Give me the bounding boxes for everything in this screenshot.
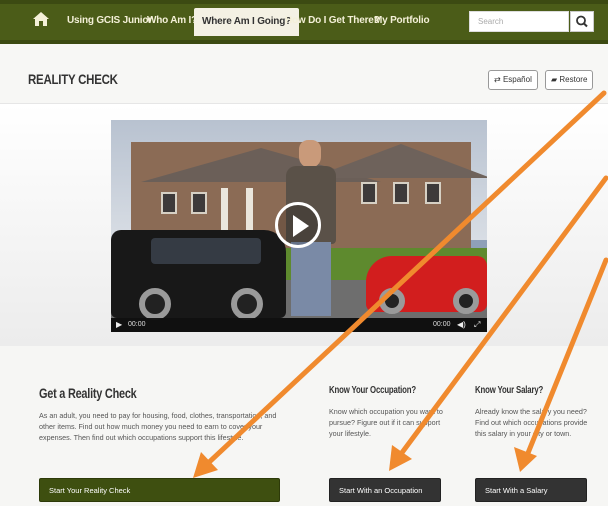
- espanol-button[interactable]: ⇄ Español: [488, 70, 538, 90]
- occupation-heading: Know Your Occupation?: [329, 385, 417, 396]
- current-time: 00:00: [128, 321, 146, 328]
- nav-my-portfolio[interactable]: My Portfolio: [374, 10, 430, 32]
- play-icon: [293, 215, 309, 237]
- nav-where-am-i-going[interactable]: Where Am I Going?: [194, 8, 300, 36]
- fullscreen-icon[interactable]: ⤢: [474, 320, 480, 330]
- reality-check-heading: Get a Reality Check: [39, 385, 137, 401]
- restore-label: Restore: [559, 75, 588, 84]
- search-icon: [576, 15, 588, 28]
- top-navigation: Using GCIS Junior Who Am I? Where Am I G…: [0, 0, 608, 44]
- start-reality-check-button[interactable]: Start Your Reality Check: [39, 478, 280, 502]
- nav-who-am-i[interactable]: Who Am I?: [147, 10, 197, 32]
- salary-description: Already know the salary you need? Find o…: [475, 407, 588, 438]
- start-with-salary-button[interactable]: Start With a Salary: [475, 478, 587, 502]
- page-header: REALITY CHECK ⇄ Español ▰ Restore: [0, 44, 608, 104]
- reality-check-description: As an adult, you need to pay for housing…: [39, 411, 277, 442]
- video-player[interactable]: ▶ 00:00 00:00 ◀) ⤢: [111, 120, 487, 332]
- duration: 00:00: [433, 321, 451, 328]
- espanol-label: Español: [502, 75, 532, 84]
- occupation-description: Know which occupation you want to pursue…: [329, 407, 443, 438]
- book-icon: ▰: [551, 75, 558, 84]
- search-button[interactable]: [570, 11, 594, 32]
- volume-icon[interactable]: ◀): [457, 320, 466, 330]
- search-input[interactable]: Search: [469, 11, 569, 32]
- nav-how-do-i-get-there[interactable]: How Do I Get There?: [285, 10, 380, 32]
- play-small-icon[interactable]: ▶: [116, 320, 122, 330]
- video-controls: ▶ 00:00 00:00 ◀) ⤢: [111, 318, 487, 332]
- nav-using-gcis-junior[interactable]: Using GCIS Junior: [67, 10, 152, 32]
- play-button[interactable]: [275, 202, 321, 248]
- salary-heading: Know Your Salary?: [475, 385, 544, 396]
- home-icon[interactable]: [32, 11, 50, 27]
- page-title: REALITY CHECK: [28, 71, 118, 87]
- restore-button[interactable]: ▰ Restore: [545, 70, 594, 90]
- start-with-occupation-button[interactable]: Start With an Occupation: [329, 478, 441, 502]
- swap-icon: ⇄: [494, 75, 501, 84]
